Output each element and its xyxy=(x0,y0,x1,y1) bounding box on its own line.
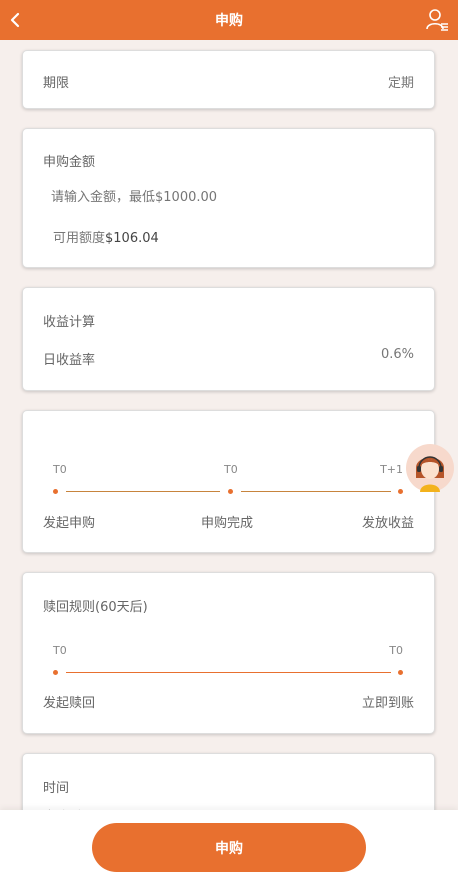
timeline-tick: T0 xyxy=(53,463,67,476)
term-card: 期限 定期 xyxy=(22,50,435,109)
timeline-step: 发起申购 xyxy=(43,516,96,531)
term-value: 定期 xyxy=(387,76,414,91)
bottom-action-bar: 申购 xyxy=(0,810,458,881)
timeline-tick: T+1 xyxy=(380,463,403,476)
available-amount: 可用额度$106.04 xyxy=(53,227,159,246)
top-nav-bar: 申购 xyxy=(0,0,458,40)
timeline-step: 发放收益 xyxy=(361,516,414,531)
timeline-dot xyxy=(53,489,58,494)
income-card: 收益计算 日收益率 0.6% xyxy=(22,287,435,391)
redeem-dot xyxy=(53,670,58,675)
daily-rate-value: 0.6% xyxy=(380,347,414,362)
timeline-line xyxy=(66,491,220,492)
timeline-dot xyxy=(228,489,233,494)
amount-card: 申购金额 可用额度$106.04 xyxy=(22,128,435,268)
user-menu-icon[interactable] xyxy=(424,7,450,33)
redeem-tick: T0 xyxy=(53,644,67,657)
timeline-step: 申购完成 xyxy=(201,516,254,531)
back-arrow-icon[interactable] xyxy=(6,9,26,31)
timeline-dot xyxy=(398,489,403,494)
timeline-line xyxy=(241,491,391,492)
redeem-tick: T0 xyxy=(389,644,403,657)
submit-purchase-button[interactable]: 申购 xyxy=(92,823,366,872)
income-label: 收益计算 xyxy=(43,315,96,330)
daily-rate-label: 日收益率 xyxy=(43,353,96,368)
purchase-timeline-card: T0 T0 T+1 发起申购 申购完成 发放收益 xyxy=(22,410,435,553)
customer-service-avatar-icon[interactable] xyxy=(406,444,454,492)
redeem-dot xyxy=(398,670,403,675)
redeem-label: 赎回规则(60天后) xyxy=(43,600,148,615)
amount-label: 申购金额 xyxy=(43,155,96,170)
redeem-step: 发起赎回 xyxy=(43,696,96,711)
redeem-step: 立即到账 xyxy=(361,696,414,711)
redeem-rule-card: 赎回规则(60天后) T0 T0 发起赎回 立即到账 xyxy=(22,572,435,734)
available-value: $106.04 xyxy=(105,231,159,246)
term-label: 期限 xyxy=(43,76,70,91)
page-title: 申购 xyxy=(215,13,243,29)
available-label: 可用额度 xyxy=(53,231,106,246)
time-label: 时间 xyxy=(43,781,70,796)
amount-input[interactable] xyxy=(51,185,411,209)
redeem-line xyxy=(66,672,391,673)
timeline-tick: T0 xyxy=(224,463,238,476)
